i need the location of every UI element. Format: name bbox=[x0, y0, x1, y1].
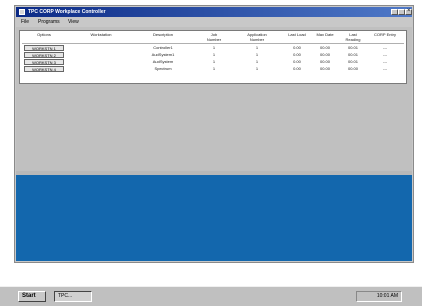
column-header[interactable]: Options bbox=[26, 32, 62, 37]
cell-corp-entry: --- bbox=[383, 52, 387, 57]
workstation-button[interactable]: WORKSTN 1 bbox=[24, 45, 64, 51]
menu-bar: File Programs View bbox=[16, 18, 412, 26]
cell-description: Controller1 bbox=[153, 45, 173, 50]
app-window: TPC CORP Workplace Controller File Progr… bbox=[14, 5, 414, 263]
column-header[interactable]: Max Date bbox=[316, 32, 334, 37]
menu-view[interactable]: View bbox=[68, 19, 79, 25]
cell-application-number: 1 bbox=[255, 45, 259, 50]
workspace-background bbox=[16, 175, 412, 261]
column-header[interactable]: Workstation bbox=[76, 32, 126, 37]
title-bar[interactable]: TPC CORP Workplace Controller bbox=[16, 7, 412, 17]
cell-job-number: 1 bbox=[212, 66, 216, 71]
start-button[interactable]: Start bbox=[18, 291, 46, 302]
workstation-button[interactable]: WORKSTN 4 bbox=[24, 66, 64, 72]
column-header[interactable]: Application Number bbox=[242, 32, 272, 42]
window-title: TPC CORP Workplace Controller bbox=[28, 9, 106, 15]
cell-max-date: 00.00 bbox=[319, 66, 330, 71]
cell-job-number: 1 bbox=[212, 52, 216, 57]
cell-last-load: 0.00 bbox=[293, 52, 301, 57]
column-header[interactable]: Last Reading bbox=[342, 32, 364, 42]
minimize-button[interactable] bbox=[391, 9, 398, 15]
cell-application-number: 1 bbox=[255, 52, 259, 57]
cell-corp-entry: --- bbox=[383, 66, 387, 71]
system-clock: 10:01 AM bbox=[356, 291, 402, 302]
cell-last-reading: 00.01 bbox=[347, 52, 358, 57]
table-row[interactable]: WORKSTN 1 Controller1 1 1 0.00 00.00 00.… bbox=[20, 45, 406, 51]
taskbar: Start TPC... 10:01 AM bbox=[0, 286, 422, 306]
menu-file[interactable]: File bbox=[21, 19, 29, 25]
cell-job-number: 1 bbox=[212, 59, 216, 64]
cell-job-number: 1 bbox=[212, 45, 216, 50]
desktop: TPC CORP Workplace Controller File Progr… bbox=[0, 0, 422, 306]
cell-max-date: 00.00 bbox=[319, 45, 330, 50]
table-row[interactable]: WORKSTN 4 Spectrum 1 1 0.00 00.00 00.00 … bbox=[20, 66, 406, 72]
cell-corp-entry: --- bbox=[383, 45, 387, 50]
table-row[interactable]: WORKSTN 2 AudSystem1 1 1 0.00 00.00 00.0… bbox=[20, 52, 406, 58]
cell-last-reading: 00.01 bbox=[347, 45, 358, 50]
cell-max-date: 00.00 bbox=[319, 59, 330, 64]
cell-corp-entry: --- bbox=[383, 59, 387, 64]
cell-last-load: 0.00 bbox=[293, 66, 301, 71]
column-header[interactable]: Last Load bbox=[288, 32, 306, 37]
workstation-button[interactable]: WORKSTN 3 bbox=[24, 59, 64, 65]
maximize-button[interactable] bbox=[398, 9, 405, 15]
table-row[interactable]: WORKSTN 3 AudSystem 1 1 0.00 00.00 00.01… bbox=[20, 59, 406, 65]
column-header[interactable]: Description bbox=[138, 32, 188, 37]
cell-application-number: 1 bbox=[255, 66, 259, 71]
close-button[interactable] bbox=[405, 8, 412, 15]
client-area: Options Workstation Description Job Numb… bbox=[16, 27, 412, 171]
column-header[interactable]: Job Number bbox=[204, 32, 224, 42]
column-header[interactable]: CORP Entry bbox=[374, 32, 396, 37]
header-divider bbox=[22, 43, 404, 44]
cell-description: AudSystem1 bbox=[151, 52, 175, 57]
cell-application-number: 1 bbox=[255, 59, 259, 64]
app-icon bbox=[19, 9, 25, 15]
cell-description: Spectrum bbox=[154, 66, 172, 71]
workstation-button[interactable]: WORKSTN 2 bbox=[24, 52, 64, 58]
cell-last-load: 0.00 bbox=[293, 59, 301, 64]
workstation-table: Options Workstation Description Job Numb… bbox=[19, 30, 407, 84]
cell-last-reading: 00.01 bbox=[347, 59, 358, 64]
taskbar-app-button[interactable]: TPC... bbox=[54, 291, 92, 302]
cell-last-load: 0.00 bbox=[293, 45, 301, 50]
cell-last-reading: 00.00 bbox=[347, 66, 358, 71]
cell-description: AudSystem bbox=[152, 59, 174, 64]
cell-max-date: 00.00 bbox=[319, 52, 330, 57]
menu-programs[interactable]: Programs bbox=[38, 19, 60, 25]
